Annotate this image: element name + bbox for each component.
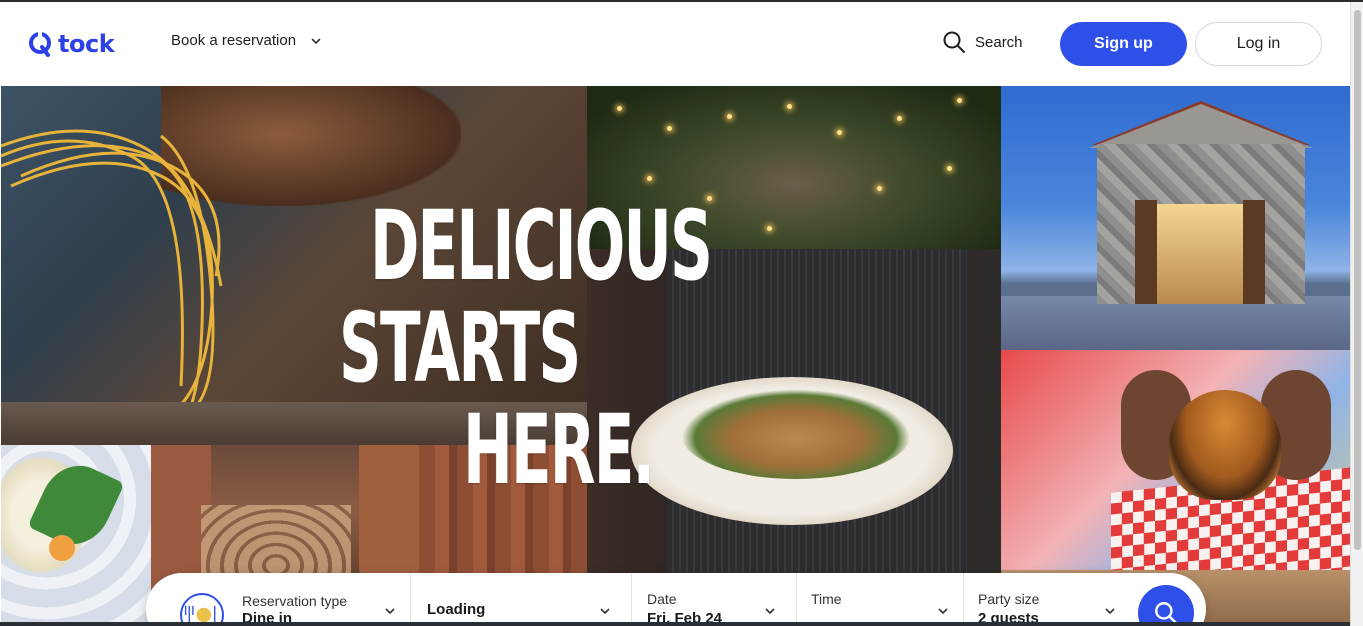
reservation-type-dropdown[interactable]: Reservation type Dine in: [146, 573, 410, 626]
browser-bottom-edge: [0, 622, 1350, 626]
cocktail-photo: [1, 445, 151, 626]
location-dropdown[interactable]: Loading: [411, 573, 631, 626]
hero-headline-line-3: HERE.: [463, 394, 655, 506]
time-dropdown[interactable]: Time: [797, 573, 963, 626]
reservation-type-label: Reservation type: [242, 593, 348, 609]
date-dropdown[interactable]: Date Fri, Feb 24: [632, 573, 796, 626]
page-scrollbar[interactable]: [1350, 2, 1363, 626]
scrollbar-thumb[interactable]: [1354, 10, 1361, 550]
sign-up-button[interactable]: Sign up: [1060, 22, 1187, 66]
logo-wordmark: tock: [58, 30, 115, 58]
chevron-down-icon: [385, 608, 395, 615]
log-in-button[interactable]: Log in: [1195, 22, 1322, 66]
chevron-down-icon: [311, 37, 321, 44]
hero-headline-line-1: DELICIOUS: [370, 190, 713, 302]
party-size-dropdown[interactable]: Party size 2 guests: [964, 573, 1124, 626]
tock-logo-icon: [29, 31, 51, 57]
stone-barn-photo: [1001, 86, 1350, 350]
reservation-search-bar: Reservation type Dine in Loading Date Fr…: [146, 573, 1206, 626]
book-reservation-menu[interactable]: Book a reservation: [171, 32, 322, 49]
search-label: Search: [975, 33, 1023, 51]
party-size-label: Party size: [978, 591, 1040, 607]
hero-headline-line-2: STARTS: [339, 292, 581, 404]
chevron-down-icon: [765, 608, 775, 615]
chevron-down-icon: [600, 608, 610, 615]
site-header: tock Book a reservation Search Sign up L…: [0, 2, 1350, 86]
search-button[interactable]: Search: [942, 30, 1023, 54]
date-label: Date: [647, 591, 677, 607]
chevron-down-icon: [938, 608, 948, 615]
reservation-search-button[interactable]: [1138, 585, 1194, 626]
tock-logo[interactable]: tock: [28, 30, 115, 58]
time-label: Time: [811, 591, 842, 607]
hero-collage: DELICIOUS STARTS HERE.: [1, 86, 1350, 626]
location-value: Loading: [427, 601, 486, 618]
search-icon: [943, 31, 965, 53]
book-reservation-label: Book a reservation: [171, 32, 297, 49]
chevron-down-icon: [1105, 608, 1115, 615]
